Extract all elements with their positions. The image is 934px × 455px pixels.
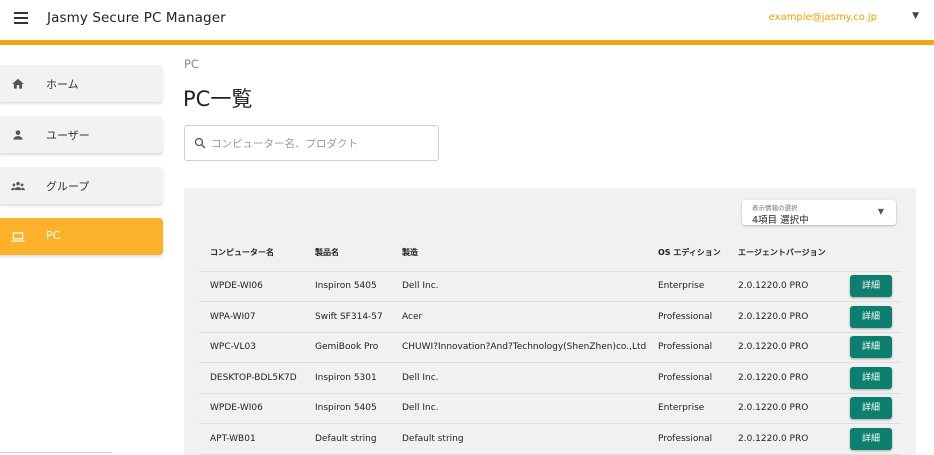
detail-button[interactable]: 詳細 [850,305,892,328]
app-title: Jasmy Secure PC Manager [47,10,226,26]
detail-button[interactable]: 詳細 [850,275,892,298]
cell-product: GemiBook Pro [304,332,391,363]
cell-maker: Default string [391,423,647,455]
sidebar-item-users[interactable]: ユーザー [0,116,163,153]
column-header-os-edition[interactable]: OS エディション [647,235,727,272]
table-header-row: コンピューター名 製品名 製造 OS エディション エージェントバージョン [199,235,901,272]
sidebar-item-home[interactable]: ホーム [0,65,163,102]
column-header-product[interactable]: 製品名 [304,235,391,272]
breadcrumb: PC [184,57,199,71]
cell-agent-version: 2.0.1220.0 PRO [727,362,838,394]
sidebar-item-label: ホーム [46,78,79,91]
sidebar-item-label: グループ [46,180,90,193]
cell-computer-name: WPDE-WI06 [199,271,304,302]
page-title: PC一覧 [183,87,253,111]
cell-computer-name: DESKTOP-BDL5K7D [199,362,304,394]
select-value: 4項目 選択中 [752,215,809,226]
cell-computer-name: APT-WB01 [199,423,304,455]
cell-product: Inspiron 5405 [304,393,391,424]
sidebar-item-label: PC [46,229,61,242]
cell-product: Swift SF314-57 [304,301,391,333]
detail-button[interactable]: 詳細 [850,366,892,389]
pc-table: コンピューター名 製品名 製造 OS エディション エージェントバージョン WP… [199,235,901,455]
cell-actions: 詳細 [838,362,901,394]
table-row: DESKTOP-BDL5K7D Inspiron 5301 Dell Inc. Pro… [199,362,901,394]
cell-actions: 詳細 [838,301,901,333]
table-row: APT-WB01 Default string Default string Prof… [199,423,901,455]
table-row: WPDE-WI06 Inspiron 5405 Dell Inc. Enterpris… [199,393,901,424]
cell-actions: 詳細 [838,423,901,455]
cell-maker: Acer [391,301,647,333]
cell-maker: Dell Inc. [391,271,647,302]
cell-actions: 詳細 [838,332,901,363]
detail-button[interactable]: 詳細 [850,336,892,359]
sidebar-item-groups[interactable]: グループ [0,167,163,204]
select-caption: 表示情報の選択 [752,204,798,212]
search-input[interactable] [211,134,431,154]
chevron-down-icon[interactable]: ▼ [912,11,919,21]
cell-agent-version: 2.0.1220.0 PRO [727,423,838,455]
cell-os-edition: Enterprise [647,271,727,302]
sidebar-item-pc[interactable]: PC [0,218,163,255]
hamburger-menu-icon[interactable] [14,12,28,24]
cell-computer-name: WPC-VL03 [199,332,304,363]
search-icon [194,137,206,149]
cell-maker: Dell Inc. [391,393,647,424]
laptop-icon [11,232,25,242]
app-header: Jasmy Secure PC Manager example@jasmy.co… [0,0,934,40]
cell-product: Inspiron 5405 [304,271,391,302]
cell-os-edition: Enterprise [647,393,727,424]
table-row: WPA-WI07 Swift SF314-57 Acer Professional 2.… [199,301,901,333]
person-icon [13,130,23,140]
column-header-agent-version[interactable]: エージェントバージョン [727,235,838,272]
column-header-maker[interactable]: 製造 [391,235,647,272]
cell-actions: 詳細 [838,271,901,302]
info-column-select[interactable]: 表示情報の選択 4項目 選択中 ▼ [742,200,896,226]
detail-button[interactable]: 詳細 [850,397,892,420]
chevron-down-icon: ▼ [877,207,884,216]
cell-os-edition: Professional [647,332,727,363]
cell-agent-version: 2.0.1220.0 PRO [727,271,838,302]
home-icon [12,78,24,89]
cell-computer-name: WPA-WI07 [199,301,304,333]
detail-button[interactable]: 詳細 [850,427,892,450]
cell-agent-version: 2.0.1220.0 PRO [727,332,838,363]
cell-os-edition: Professional [647,423,727,455]
column-header-actions [838,235,901,272]
table-row: WPDE-WI06 Inspiron 5405 Dell Inc. Enterpris… [199,271,901,302]
cell-computer-name: WPDE-WI06 [199,393,304,424]
user-email[interactable]: example@jasmy.co.jp [769,12,877,23]
sidebar-divider [0,452,112,453]
cell-maker: CHUWI?Innovation?And?Technology(ShenZhen… [391,332,647,363]
table-row: WPC-VL03 GemiBook Pro CHUWI?Innovation?And… [199,332,901,363]
group-icon [11,181,25,191]
search-field[interactable] [184,125,439,161]
column-header-computer-name[interactable]: コンピューター名 [199,235,304,272]
sidebar-item-label: ユーザー [46,129,90,142]
cell-actions: 詳細 [838,393,901,424]
cell-agent-version: 2.0.1220.0 PRO [727,301,838,333]
header-accent-bar [0,40,934,45]
cell-os-edition: Professional [647,301,727,333]
pc-list-panel: 表示情報の選択 4項目 選択中 ▼ コンピューター名 製品名 製造 OS エディ… [184,188,916,455]
cell-product: Default string [304,423,391,455]
cell-product: Inspiron 5301 [304,362,391,394]
cell-os-edition: Professional [647,362,727,394]
cell-agent-version: 2.0.1220.0 PRO [727,393,838,424]
cell-maker: Dell Inc. [391,362,647,394]
